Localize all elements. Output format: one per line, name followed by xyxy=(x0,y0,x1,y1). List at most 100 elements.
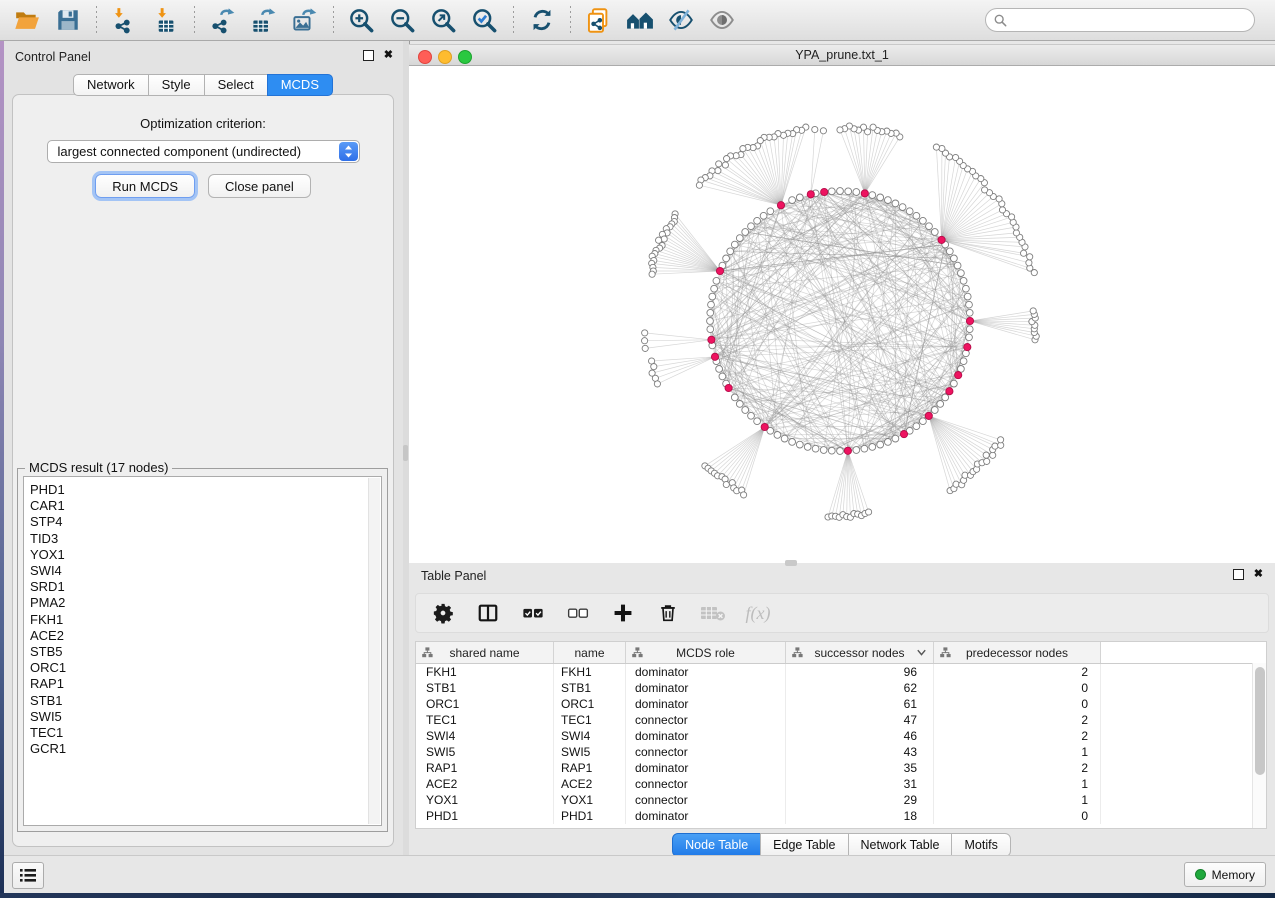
leaf-node[interactable] xyxy=(715,168,721,174)
mcds-result-item[interactable]: STP4 xyxy=(30,514,381,530)
leaf-node[interactable] xyxy=(820,128,826,134)
ring-node[interactable] xyxy=(837,448,844,455)
cell-MCDS-role[interactable]: connector xyxy=(626,744,786,760)
mcds-result-item[interactable]: ACE2 xyxy=(30,628,381,644)
leaf-node[interactable] xyxy=(716,161,722,167)
cell-MCDS-role[interactable]: dominator xyxy=(626,760,786,776)
mcds-node[interactable] xyxy=(966,317,973,324)
network-file-icon[interactable] xyxy=(578,4,619,36)
ring-node[interactable] xyxy=(869,444,876,451)
table-row[interactable]: YOX1YOX1connector291 xyxy=(416,792,1266,808)
ring-node[interactable] xyxy=(966,334,973,341)
leaf-node[interactable] xyxy=(723,481,729,487)
table-row[interactable]: TEC1TEC1connector472 xyxy=(416,712,1266,728)
leaf-node[interactable] xyxy=(992,443,998,449)
ring-node[interactable] xyxy=(711,285,718,292)
cell-MCDS-role[interactable]: connector xyxy=(626,792,786,808)
table-row[interactable]: ORC1ORC1dominator610 xyxy=(416,696,1266,712)
ring-node[interactable] xyxy=(828,447,835,454)
zoom-fit-icon[interactable] xyxy=(423,4,464,36)
cell-predecessor-nodes[interactable]: 2 xyxy=(934,712,1101,728)
delete-column-icon[interactable] xyxy=(655,600,681,626)
network-canvas[interactable] xyxy=(409,66,1275,563)
mcds-result-item[interactable]: PMA2 xyxy=(30,595,381,611)
leaf-node[interactable] xyxy=(933,144,939,150)
import-table-icon[interactable] xyxy=(145,4,186,36)
run-mcds-button[interactable]: Run MCDS xyxy=(95,174,195,198)
ring-node[interactable] xyxy=(966,309,973,316)
close-panel-icon[interactable]: ✖ xyxy=(384,50,393,61)
table-row[interactable]: PHD1PHD1dominator180 xyxy=(416,808,1266,824)
mcds-node[interactable] xyxy=(861,190,868,197)
mcds-result-item[interactable]: TEC1 xyxy=(30,725,381,741)
ring-node[interactable] xyxy=(920,217,927,224)
cell-shared-name[interactable]: RAP1 xyxy=(416,760,554,776)
search-box[interactable] xyxy=(985,8,1255,32)
ring-node[interactable] xyxy=(892,435,899,442)
table-split-handle[interactable] xyxy=(785,560,797,566)
ring-node[interactable] xyxy=(845,188,852,195)
cell-shared-name[interactable]: STB1 xyxy=(416,680,554,696)
deselect-all-rows-icon[interactable] xyxy=(565,600,591,626)
leaf-node[interactable] xyxy=(651,364,657,370)
open-session-icon[interactable] xyxy=(6,4,47,36)
cell-predecessor-nodes[interactable]: 2 xyxy=(934,728,1101,744)
cell-predecessor-nodes[interactable]: 0 xyxy=(934,696,1101,712)
ring-node[interactable] xyxy=(748,412,755,419)
cell-MCDS-role[interactable]: dominator xyxy=(626,680,786,696)
leaf-node[interactable] xyxy=(654,381,660,387)
mcds-node[interactable] xyxy=(708,336,715,343)
ring-node[interactable] xyxy=(748,223,755,230)
cell-successor-nodes[interactable]: 96 xyxy=(786,664,934,680)
cell-successor-nodes[interactable]: 18 xyxy=(786,808,934,824)
table-scrollbar[interactable] xyxy=(1252,663,1266,828)
cell-name[interactable]: PHD1 xyxy=(554,808,626,824)
leaf-node[interactable] xyxy=(998,437,1004,443)
ring-node[interactable] xyxy=(707,309,714,316)
mcds-result-item[interactable]: GCR1 xyxy=(30,741,381,757)
column-header-name[interactable]: name xyxy=(554,642,626,663)
ring-node[interactable] xyxy=(789,439,796,446)
ring-node[interactable] xyxy=(719,373,726,380)
leaf-node[interactable] xyxy=(741,492,747,498)
cell-name[interactable]: STB1 xyxy=(554,680,626,696)
close-table-panel-icon[interactable]: ✖ xyxy=(1254,569,1263,580)
ring-node[interactable] xyxy=(960,358,967,365)
ring-node[interactable] xyxy=(781,435,788,442)
table-settings-icon[interactable] xyxy=(430,600,456,626)
ring-node[interactable] xyxy=(708,301,715,308)
float-panel-icon[interactable] xyxy=(363,50,374,61)
search-input[interactable] xyxy=(1012,10,1254,30)
export-network-icon[interactable] xyxy=(202,4,243,36)
ring-node[interactable] xyxy=(946,248,953,255)
hide-panels-icon[interactable] xyxy=(660,4,701,36)
leaf-node[interactable] xyxy=(642,345,648,351)
cell-MCDS-role[interactable]: connector xyxy=(626,712,786,728)
ring-node[interactable] xyxy=(820,447,827,454)
add-column-icon[interactable] xyxy=(610,600,636,626)
export-table-icon[interactable] xyxy=(243,4,284,36)
tab-network-table[interactable]: Network Table xyxy=(848,833,953,857)
ring-node[interactable] xyxy=(926,223,933,230)
cell-MCDS-role[interactable]: dominator xyxy=(626,664,786,680)
ring-node[interactable] xyxy=(828,188,835,195)
ring-node[interactable] xyxy=(767,208,774,215)
table-row[interactable]: SWI4SWI4dominator462 xyxy=(416,728,1266,744)
leaf-node[interactable] xyxy=(1027,254,1033,260)
cell-name[interactable]: SWI5 xyxy=(554,744,626,760)
ring-node[interactable] xyxy=(707,318,714,325)
mcds-node[interactable] xyxy=(821,188,828,195)
cell-predecessor-nodes[interactable]: 1 xyxy=(934,776,1101,792)
mcds-node[interactable] xyxy=(955,372,962,379)
leaf-node[interactable] xyxy=(740,146,746,152)
leaf-node[interactable] xyxy=(1026,260,1032,266)
leaf-node[interactable] xyxy=(649,271,655,277)
ring-node[interactable] xyxy=(966,301,973,308)
tab-mcds[interactable]: MCDS xyxy=(267,74,333,96)
cell-shared-name[interactable]: ORC1 xyxy=(416,696,554,712)
tab-select[interactable]: Select xyxy=(204,74,268,96)
ring-node[interactable] xyxy=(877,441,884,448)
ring-node[interactable] xyxy=(931,229,938,236)
mcds-node[interactable] xyxy=(844,447,851,454)
zoom-in-icon[interactable] xyxy=(341,4,382,36)
